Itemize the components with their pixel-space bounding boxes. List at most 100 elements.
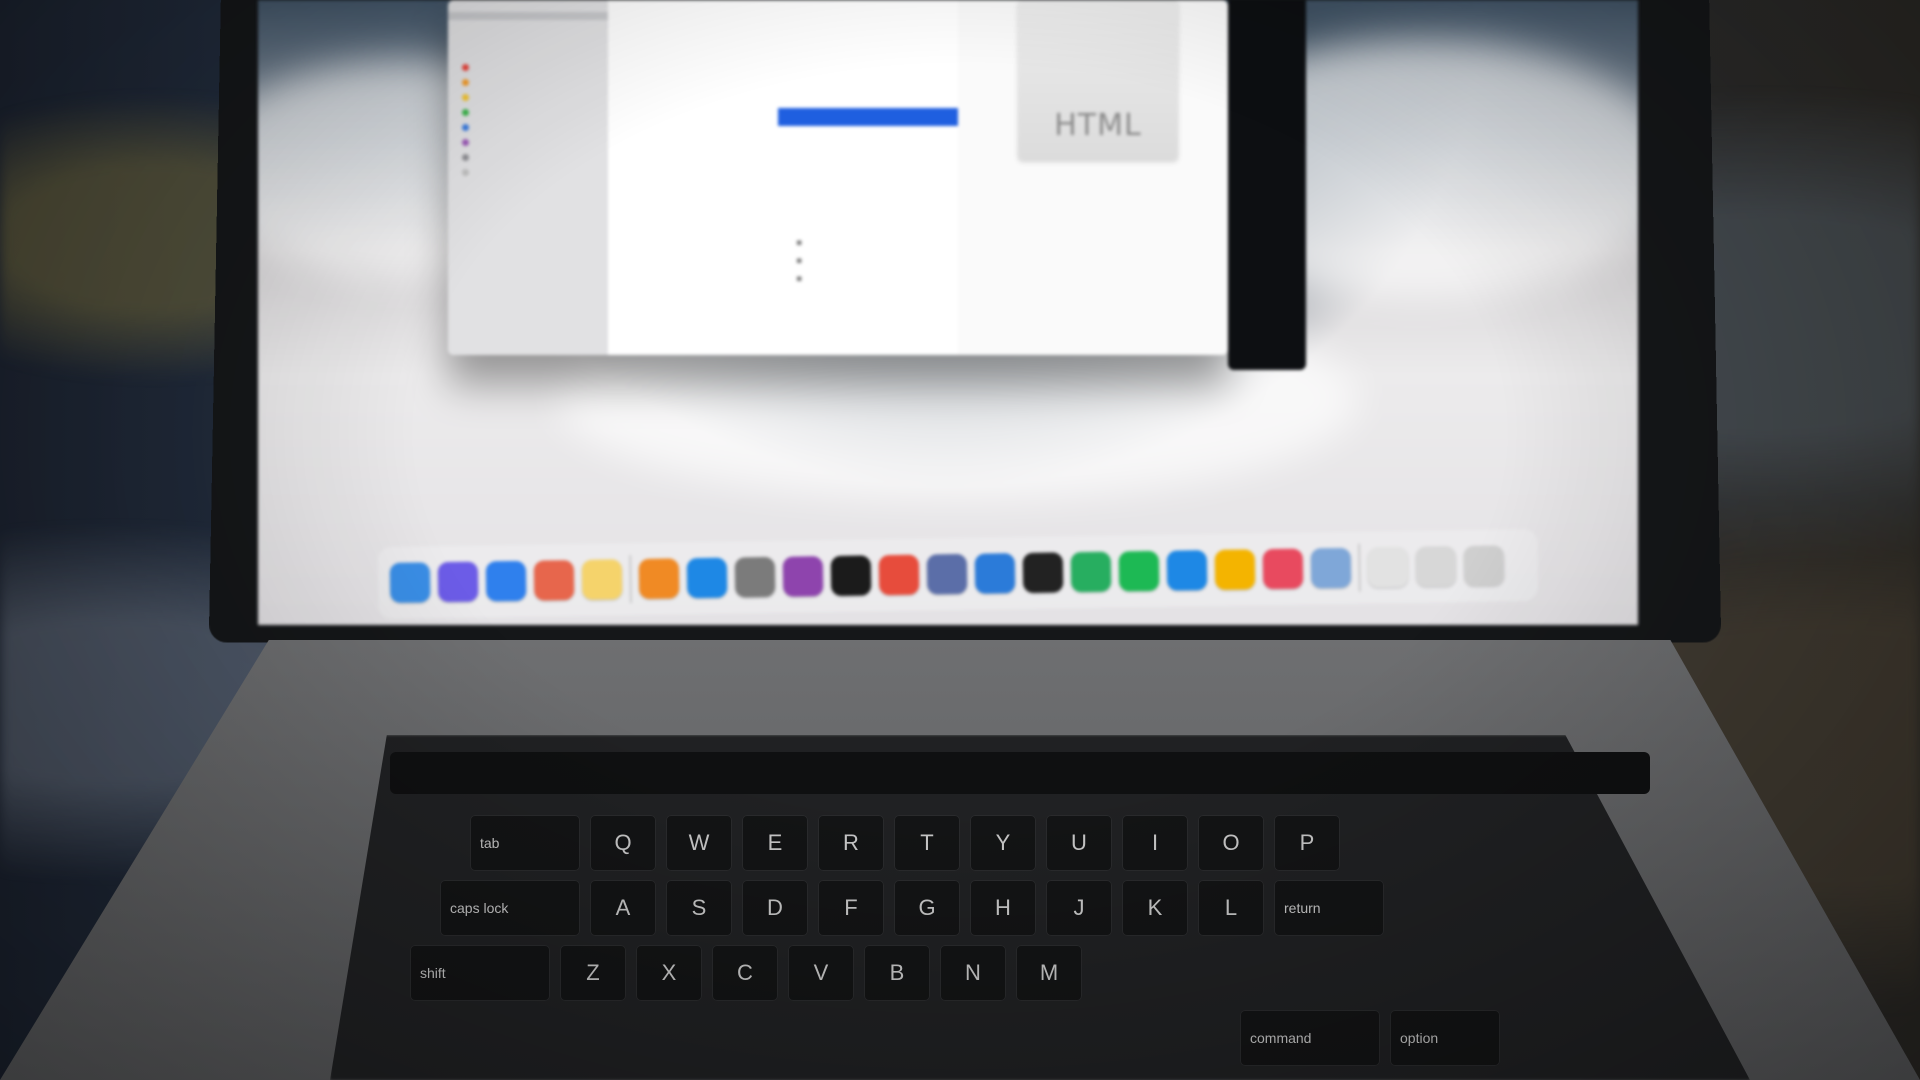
launchpad-icon[interactable]: [533, 560, 575, 601]
sidebar-tag[interactable]: [448, 90, 608, 105]
file-rows: [608, 0, 958, 234]
terminal-window[interactable]: [1228, 0, 1306, 370]
key-w[interactable]: W: [666, 815, 732, 871]
sidebar-tag[interactable]: [448, 120, 608, 135]
key-y[interactable]: Y: [970, 815, 1036, 871]
key-l[interactable]: L: [1198, 880, 1264, 936]
key-i[interactable]: I: [1122, 815, 1188, 871]
key-shift[interactable]: shift: [410, 945, 550, 1001]
file-row-selected[interactable]: [778, 108, 958, 126]
preview-icon[interactable]: [1310, 547, 1352, 589]
key-f[interactable]: F: [818, 880, 884, 936]
notes-icon[interactable]: [581, 559, 623, 600]
key-a[interactable]: A: [590, 880, 656, 936]
screenshot-icon[interactable]: [734, 556, 776, 598]
terminal-icon[interactable]: [1022, 552, 1064, 593]
sidebar-tag[interactable]: [448, 165, 608, 180]
dock: [377, 528, 1539, 620]
siri-icon[interactable]: [437, 561, 479, 603]
keyboard-row-middle: caps lock ASDFGHJKL return: [440, 880, 1384, 936]
key-s[interactable]: S: [666, 880, 732, 936]
file-info-line: [968, 220, 1223, 236]
sidebar-tags-header: [448, 48, 608, 60]
flashcards-icon[interactable]: [1262, 548, 1304, 590]
key-u[interactable]: U: [1046, 815, 1112, 871]
tv-icon[interactable]: [830, 555, 872, 596]
tag-list: [448, 60, 608, 180]
file-row[interactable]: [608, 144, 958, 162]
folder-icon: ▪: [796, 238, 803, 248]
tag-color-dot-icon: [462, 109, 469, 116]
folder-row[interactable]: ▪: [608, 252, 958, 270]
key-option[interactable]: option: [1390, 1010, 1500, 1066]
file-row[interactable]: [608, 90, 958, 108]
music-icon[interactable]: [878, 554, 920, 596]
key-tab[interactable]: tab: [470, 815, 580, 871]
document-icon[interactable]: [1367, 546, 1409, 588]
file-info-line: [968, 172, 1223, 188]
sidebar-tag[interactable]: [448, 135, 608, 150]
folder-row[interactable]: ▪: [608, 234, 958, 252]
file-info-line: [968, 204, 1223, 220]
downloads-icon[interactable]: [1415, 546, 1457, 587]
finder-window[interactable]: ▪ ▪ ▪ HTML: [448, 0, 1228, 355]
file-row[interactable]: [608, 162, 958, 180]
books-icon[interactable]: [638, 558, 680, 600]
file-row[interactable]: [608, 54, 958, 72]
chrome-icon[interactable]: [1214, 549, 1256, 590]
key-q[interactable]: Q: [590, 815, 656, 871]
key-v[interactable]: V: [788, 945, 854, 1001]
key-e[interactable]: E: [742, 815, 808, 871]
file-row[interactable]: [608, 0, 958, 18]
podcasts-icon[interactable]: [782, 556, 824, 597]
vscode-icon[interactable]: [1166, 550, 1208, 591]
key-h[interactable]: H: [970, 880, 1036, 936]
file-row[interactable]: [608, 36, 958, 54]
key-t[interactable]: T: [894, 815, 960, 871]
sidebar-tag[interactable]: [448, 105, 608, 120]
safari-icon[interactable]: [485, 560, 527, 602]
file-row[interactable]: [608, 216, 958, 234]
key-b[interactable]: B: [864, 945, 930, 1001]
key-o[interactable]: O: [1198, 815, 1264, 871]
key-m[interactable]: M: [1016, 945, 1082, 1001]
sidebar-tag[interactable]: [448, 75, 608, 90]
app-store-icon[interactable]: [686, 557, 728, 599]
trash-icon[interactable]: [1463, 545, 1505, 587]
file-row[interactable]: [608, 72, 958, 90]
sidebar-item-location[interactable]: [448, 40, 608, 48]
key-c[interactable]: C: [712, 945, 778, 1001]
folder-row[interactable]: ▪: [608, 270, 958, 288]
sidebar-item-selected[interactable]: [448, 12, 608, 20]
file-row[interactable]: [608, 126, 958, 144]
key-caps-lock[interactable]: caps lock: [440, 880, 580, 936]
key-p[interactable]: P: [1274, 815, 1340, 871]
finder-icon[interactable]: [389, 562, 431, 603]
file-row[interactable]: [608, 198, 958, 216]
spotify-icon[interactable]: [1118, 550, 1160, 592]
key-g[interactable]: G: [894, 880, 960, 936]
key-return[interactable]: return: [1274, 880, 1384, 936]
key-r[interactable]: R: [818, 815, 884, 871]
key-d[interactable]: D: [742, 880, 808, 936]
sidebar-item[interactable]: [448, 4, 608, 12]
touch-bar[interactable]: [390, 752, 1650, 794]
xcode-icon[interactable]: [974, 553, 1016, 594]
file-row[interactable]: [608, 18, 958, 36]
sidebar-tag[interactable]: [448, 60, 608, 75]
key-x[interactable]: X: [636, 945, 702, 1001]
key-n[interactable]: N: [940, 945, 1006, 1001]
sidebar-tag[interactable]: [448, 150, 608, 165]
key-k[interactable]: K: [1122, 880, 1188, 936]
folder-icon: ▪: [796, 274, 803, 284]
key-j[interactable]: J: [1046, 880, 1112, 936]
photo-app-icon[interactable]: [926, 553, 968, 595]
sidebar-item[interactable]: [448, 20, 608, 28]
key-command[interactable]: command: [1240, 1010, 1380, 1066]
whatsapp-icon[interactable]: [1070, 551, 1112, 593]
tag-color-dot-icon: [462, 64, 469, 71]
key-z[interactable]: Z: [560, 945, 626, 1001]
file-row[interactable]: [608, 180, 958, 198]
